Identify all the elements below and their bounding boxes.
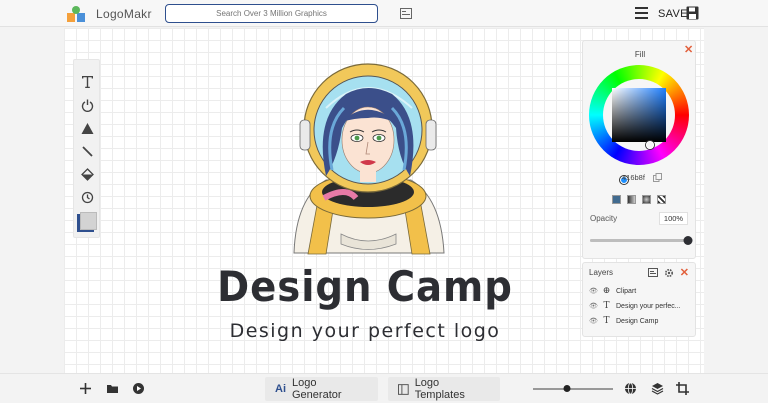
hamburger-menu-icon[interactable] — [635, 7, 648, 19]
logo-generator-button[interactable]: Ai Logo Generator — [265, 377, 378, 401]
layers-panel: Layers ✕ 👁 ⊕ Clipart 👁 T Design your per… — [582, 262, 696, 337]
logo-tagline-text[interactable]: Design your perfect logo — [200, 320, 530, 342]
hue-wheel[interactable] — [589, 65, 689, 184]
line-icon — [82, 145, 93, 157]
text-icon — [82, 75, 93, 88]
logo-templates-label: Logo Templates — [414, 377, 465, 401]
layer-row[interactable]: 👁 T Design Camp — [589, 315, 693, 327]
brand-name[interactable]: LogoMakr — [96, 7, 152, 21]
fill-type-options — [612, 195, 666, 204]
layer-settings-gear-icon[interactable] — [664, 268, 674, 278]
radial-gradient-option[interactable] — [642, 195, 651, 204]
linear-gradient-option[interactable] — [627, 195, 636, 204]
save-disk-icon[interactable] — [686, 6, 699, 20]
layer-image-icon[interactable] — [647, 268, 658, 277]
add-plus-icon[interactable] — [79, 382, 92, 395]
ai-icon: Ai — [275, 383, 286, 395]
saturation-value-box[interactable] — [612, 88, 666, 142]
history-icon — [81, 191, 94, 203]
opacity-slider-fill — [590, 239, 688, 242]
power-icon — [81, 99, 94, 112]
image-upload-icon[interactable] — [400, 8, 412, 19]
layer-label: Design Camp — [616, 317, 659, 325]
search-input[interactable] — [165, 4, 378, 23]
paint-bucket-icon — [81, 167, 94, 181]
bottom-bar: Ai Logo Generator Logo Templates — [0, 373, 768, 403]
opacity-slider[interactable] — [590, 236, 693, 245]
layer-row[interactable]: 👁 ⊕ Clipart — [589, 285, 693, 297]
solid-fill-option[interactable] — [612, 195, 621, 204]
logomakr-logo-icon[interactable] — [66, 5, 86, 23]
triangle-icon — [81, 122, 94, 134]
zoom-slider-thumb[interactable] — [563, 385, 571, 392]
eye-icon[interactable]: 👁 — [589, 317, 598, 325]
copy-icon[interactable] — [653, 173, 662, 182]
opacity-value-input[interactable]: 100% — [659, 212, 688, 225]
line-tool[interactable] — [74, 141, 101, 161]
history-tool[interactable] — [74, 187, 101, 207]
eye-icon[interactable]: 👁 — [589, 302, 598, 310]
layer-label: Clipart — [616, 287, 637, 295]
save-button[interactable]: SAVE — [658, 8, 688, 20]
top-bar: LogoMakr SAVE — [0, 0, 768, 27]
layers-actions: ✕ — [647, 266, 689, 279]
layers-panel-title: Layers — [589, 268, 614, 277]
hex-value[interactable]: 416b8f — [622, 173, 645, 182]
text-layer-icon: T — [603, 301, 610, 311]
crop-icon[interactable] — [676, 382, 689, 395]
templates-icon — [398, 383, 409, 395]
text-layer-icon: T — [603, 316, 610, 326]
astronaut-clipart[interactable] — [286, 58, 451, 255]
color-swatch-tool[interactable] — [77, 212, 97, 232]
close-layers-panel-icon[interactable]: ✕ — [680, 266, 689, 279]
logo-generator-label: Logo Generator — [292, 377, 342, 401]
fill-tool[interactable] — [74, 164, 101, 184]
color-picker-cursor[interactable] — [646, 141, 654, 149]
folder-open-icon[interactable] — [106, 382, 119, 395]
fill-panel: Fill ✕ 416b8f Opacity 100% — [582, 40, 696, 259]
layer-label: Design your perfec... — [616, 302, 681, 310]
eye-icon[interactable]: 👁 — [589, 287, 598, 295]
layer-row[interactable]: 👁 T Design your perfec... — [589, 300, 693, 312]
close-fill-panel-icon[interactable]: ✕ — [684, 43, 693, 56]
globe-icon[interactable] — [624, 382, 637, 395]
shape-tool[interactable] — [74, 118, 101, 138]
fill-panel-title: Fill — [634, 50, 646, 59]
text-tool[interactable] — [74, 71, 101, 91]
power-tool[interactable] — [74, 95, 101, 115]
zoom-slider[interactable] — [533, 385, 613, 392]
opacity-label: Opacity — [590, 214, 618, 223]
logo-title-text[interactable]: Design Camp — [213, 262, 517, 311]
play-circle-icon[interactable] — [132, 382, 145, 395]
clipart-globe-icon: ⊕ — [602, 286, 611, 296]
layers-stack-icon[interactable] — [651, 382, 664, 395]
logo-templates-button[interactable]: Logo Templates — [388, 377, 500, 401]
opacity-slider-thumb[interactable] — [683, 236, 693, 245]
pattern-fill-option[interactable] — [657, 195, 666, 204]
